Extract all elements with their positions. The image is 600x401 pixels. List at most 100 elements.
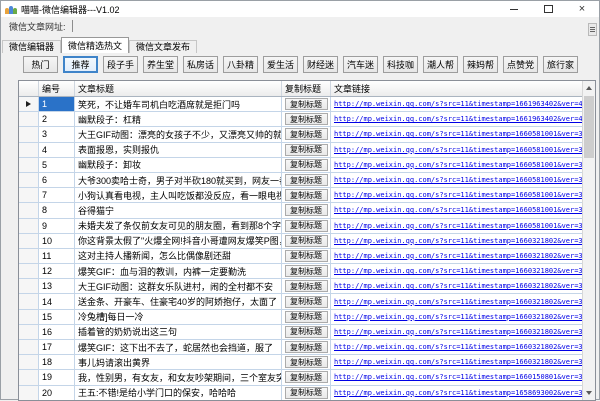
row-number-cell[interactable]: 18 xyxy=(39,355,75,369)
row-header-cell[interactable] xyxy=(19,325,39,339)
row-header-cell[interactable] xyxy=(19,158,39,172)
article-link[interactable]: http://mp.weixin.qq.com/s?src=11&timesta… xyxy=(331,203,595,217)
category-button[interactable]: 爱生活 xyxy=(263,56,298,73)
copy-title-button[interactable]: 复制标题 xyxy=(285,296,328,308)
article-title-cell[interactable]: 送金条、开豪车、住豪宅40岁的阿娇抱仔，太面了 xyxy=(75,294,282,308)
article-link[interactable]: http://mp.weixin.qq.com/s?src=11&timesta… xyxy=(331,386,595,400)
article-title-cell[interactable]: 冷兔槽]每日一冷 xyxy=(75,310,282,324)
category-button[interactable]: 汽车迷 xyxy=(343,56,378,73)
row-number-cell[interactable]: 13 xyxy=(39,279,75,293)
row-header-cell[interactable] xyxy=(19,112,39,126)
copy-title-button[interactable]: 复制标题 xyxy=(285,371,328,383)
article-title-cell[interactable]: 爆笑GIF：这下出不去了，蛇居然也会挡道，服了 xyxy=(75,340,282,354)
copy-title-button[interactable]: 复制标题 xyxy=(285,144,328,156)
row-number-cell[interactable]: 9 xyxy=(39,219,75,233)
category-button[interactable]: 潮人帮 xyxy=(423,56,458,73)
column-header-title[interactable]: 文章标题 xyxy=(75,81,282,96)
article-link[interactable]: http://mp.weixin.qq.com/s?src=11&timesta… xyxy=(331,219,595,233)
copy-title-button[interactable]: 复制标题 xyxy=(285,128,328,140)
toolbar-overflow-button[interactable] xyxy=(588,23,597,36)
copy-title-button[interactable]: 复制标题 xyxy=(285,356,328,368)
row-header-cell[interactable] xyxy=(19,203,39,217)
tab[interactable]: 微信精选热文 xyxy=(61,37,129,53)
article-link[interactable]: http://mp.weixin.qq.com/s?src=11&timesta… xyxy=(331,325,595,339)
row-header-cell[interactable] xyxy=(19,310,39,324)
row-number-cell[interactable]: 12 xyxy=(39,264,75,278)
row-header-cell[interactable] xyxy=(19,340,39,354)
row-header-cell[interactable] xyxy=(19,279,39,293)
row-header-cell[interactable] xyxy=(19,294,39,308)
category-button[interactable]: 养生堂 xyxy=(143,56,178,73)
copy-title-button[interactable]: 复制标题 xyxy=(285,159,328,171)
scroll-up-button[interactable] xyxy=(583,81,595,95)
article-title-cell[interactable]: 事儿妈请滚出黄界 xyxy=(75,355,282,369)
article-title-cell[interactable]: 表面报恩，实则报仇 xyxy=(75,143,282,157)
row-header-cell[interactable] xyxy=(19,143,39,157)
article-link[interactable]: http://mp.weixin.qq.com/s?src=11&timesta… xyxy=(331,112,595,126)
close-button[interactable]: × xyxy=(565,1,599,17)
copy-title-button[interactable]: 复制标题 xyxy=(285,250,328,262)
row-number-cell[interactable]: 17 xyxy=(39,340,75,354)
article-title-cell[interactable]: 插着管的奶奶说出这三句 xyxy=(75,325,282,339)
article-link[interactable]: http://mp.weixin.qq.com/s?src=11&timesta… xyxy=(331,370,595,384)
copy-title-button[interactable]: 复制标题 xyxy=(285,235,328,247)
row-number-cell[interactable]: 4 xyxy=(39,143,75,157)
row-number-cell[interactable]: 20 xyxy=(39,386,75,400)
row-header-cell[interactable] xyxy=(19,386,39,400)
article-title-cell[interactable]: 这对主持人播新闻，怎么比偶像剧还甜 xyxy=(75,249,282,263)
copy-title-button[interactable]: 复制标题 xyxy=(285,113,328,125)
row-header-cell[interactable] xyxy=(19,370,39,384)
row-header-cell[interactable] xyxy=(19,173,39,187)
column-header-copy[interactable]: 复制标题 xyxy=(282,81,331,96)
row-number-cell[interactable]: 5 xyxy=(39,158,75,172)
copy-title-button[interactable]: 复制标题 xyxy=(285,387,328,399)
category-button[interactable]: 旅行家 xyxy=(543,56,578,73)
copy-title-button[interactable]: 复制标题 xyxy=(285,265,328,277)
article-title-cell[interactable]: 大王GIF动图：这群女乐队进村，闹的全村都不安 xyxy=(75,279,282,293)
row-header-cell[interactable] xyxy=(19,264,39,278)
article-link[interactable]: http://mp.weixin.qq.com/s?src=11&timesta… xyxy=(331,249,595,263)
copy-title-button[interactable]: 复制标题 xyxy=(285,280,328,292)
article-link[interactable]: http://mp.weixin.qq.com/s?src=11&timesta… xyxy=(331,279,595,293)
copy-title-button[interactable]: 复制标题 xyxy=(285,204,328,216)
row-header-cell[interactable] xyxy=(19,97,39,111)
article-link[interactable]: http://mp.weixin.qq.com/s?src=11&timesta… xyxy=(331,173,595,187)
row-number-cell[interactable]: 8 xyxy=(39,203,75,217)
row-header-cell[interactable] xyxy=(19,219,39,233)
copy-title-button[interactable]: 复制标题 xyxy=(285,311,328,323)
row-number-cell[interactable]: 15 xyxy=(39,310,75,324)
row-number-cell[interactable]: 10 xyxy=(39,234,75,248)
article-link[interactable]: http://mp.weixin.qq.com/s?src=11&timesta… xyxy=(331,264,595,278)
category-button[interactable]: 八卦精 xyxy=(223,56,258,73)
category-button[interactable]: 点赞党 xyxy=(503,56,538,73)
article-title-cell[interactable]: 大爷300卖哈士奇，男子对半砍180就买到，网友一番话... xyxy=(75,173,282,187)
row-header-cell[interactable] xyxy=(19,188,39,202)
article-link[interactable]: http://mp.weixin.qq.com/s?src=11&timesta… xyxy=(331,143,595,157)
category-button[interactable]: 段子手 xyxy=(103,56,138,73)
row-number-cell[interactable]: 14 xyxy=(39,294,75,308)
row-header-cell[interactable] xyxy=(19,355,39,369)
row-header-cell[interactable] xyxy=(19,234,39,248)
copy-title-button[interactable]: 复制标题 xyxy=(285,220,328,232)
vertical-scrollbar[interactable] xyxy=(582,81,595,400)
copy-title-button[interactable]: 复制标题 xyxy=(285,326,328,338)
category-button[interactable]: 推荐 xyxy=(63,56,98,73)
category-button[interactable]: 热门 xyxy=(23,56,58,73)
row-number-cell[interactable]: 2 xyxy=(39,112,75,126)
row-header-cell[interactable] xyxy=(19,249,39,263)
article-title-cell[interactable]: 未婚夫发了条仅前女友可见的朋友圈，看到那8个字后，... xyxy=(75,219,282,233)
tab[interactable]: 微信编辑器 xyxy=(2,40,61,53)
scrollbar-thumb[interactable] xyxy=(584,96,594,158)
category-button[interactable]: 财经迷 xyxy=(303,56,338,73)
copy-title-button[interactable]: 复制标题 xyxy=(285,189,328,201)
article-link[interactable]: http://mp.weixin.qq.com/s?src=11&timesta… xyxy=(331,97,595,111)
article-link[interactable]: http://mp.weixin.qq.com/s?src=11&timesta… xyxy=(331,127,595,141)
article-title-cell[interactable]: 我，性别男，有女友，和女友吵架期间，三个室友突然... xyxy=(75,370,282,384)
row-header-cell[interactable] xyxy=(19,127,39,141)
article-link[interactable]: http://mp.weixin.qq.com/s?src=11&timesta… xyxy=(331,355,595,369)
copy-title-button[interactable]: 复制标题 xyxy=(285,174,328,186)
article-title-cell[interactable]: 谷得猫宁 xyxy=(75,203,282,217)
copy-title-button[interactable]: 复制标题 xyxy=(285,341,328,353)
row-number-cell[interactable]: 7 xyxy=(39,188,75,202)
article-title-cell[interactable]: 王五:不错!是给小学门口的保安，哈哈哈 xyxy=(75,386,282,400)
